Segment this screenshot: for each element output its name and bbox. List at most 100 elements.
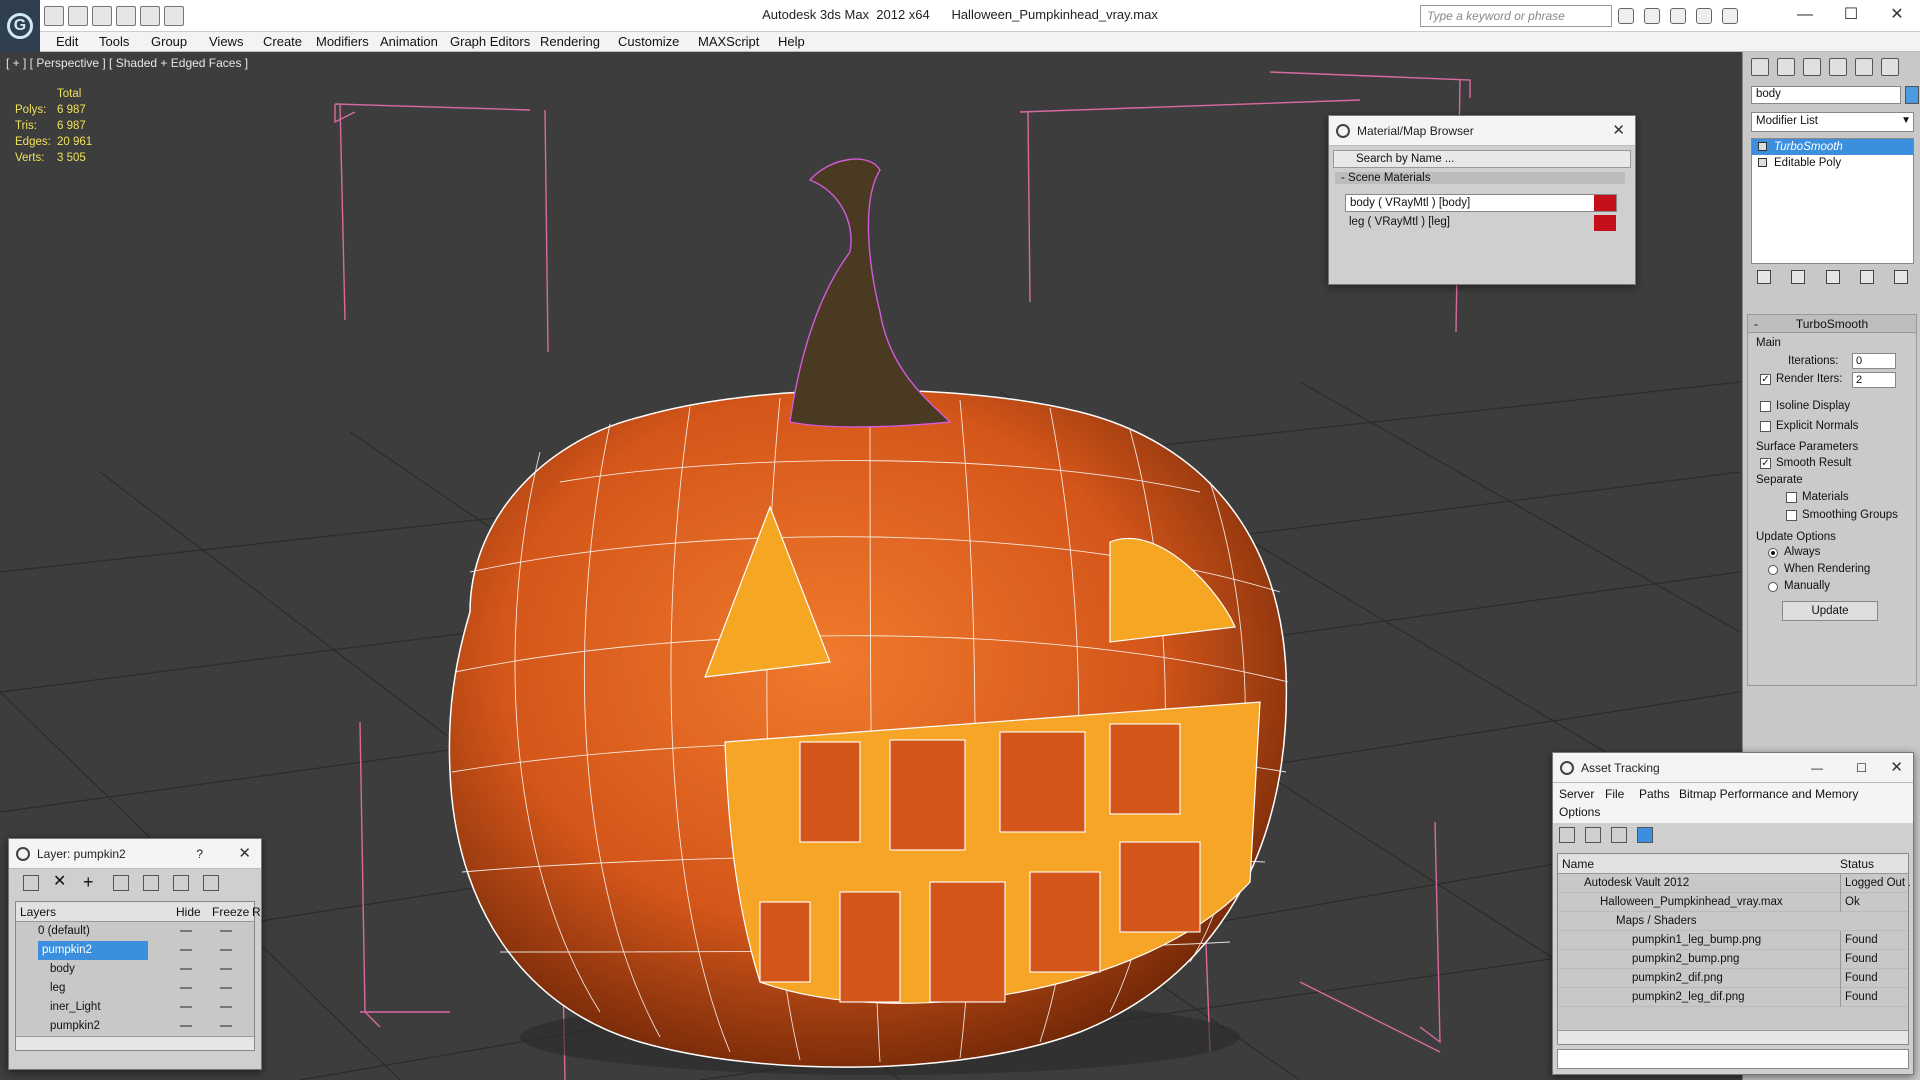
table-view-icon[interactable] [1637, 827, 1653, 843]
communication-icon[interactable] [1670, 8, 1686, 24]
menu-bitmap-performance[interactable]: Bitmap Performance and Memory [1679, 787, 1858, 801]
menu-help[interactable]: Help [778, 34, 805, 49]
object-name-field[interactable]: body [1751, 86, 1901, 104]
asset-row[interactable]: pumpkin2_bump.png Found [1558, 950, 1908, 969]
viewport-label[interactable]: [ + ] [ Perspective ] [ Shaded + Edged F… [6, 56, 248, 70]
material-item[interactable]: leg ( VRayMtl ) [leg] [1345, 214, 1617, 232]
menu-animation[interactable]: Animation [380, 34, 438, 49]
explicit-normals-checkbox[interactable] [1760, 421, 1771, 432]
materials-checkbox[interactable] [1786, 492, 1797, 503]
iterations-spinner[interactable]: 0 [1852, 353, 1896, 369]
add-to-layer-icon[interactable]: + [83, 873, 99, 891]
layer-row[interactable]: 0 (default) [16, 922, 254, 941]
stack-item-editable-poly[interactable]: Editable Poly [1752, 155, 1913, 171]
hide-toggle[interactable] [180, 968, 192, 970]
stack-item-turbosmooth[interactable]: TurboSmooth [1752, 139, 1913, 155]
close-icon[interactable]: ✕ [1890, 753, 1903, 783]
hide-toggle[interactable] [180, 1025, 192, 1027]
refresh-icon[interactable] [1559, 827, 1575, 843]
minimize-button[interactable]: — [1782, 0, 1828, 30]
col-render[interactable]: R [252, 905, 261, 919]
layer-row[interactable]: body [16, 960, 254, 979]
render-iters-checkbox[interactable]: ✓ [1760, 374, 1771, 385]
material-search-input[interactable]: Search by Name ... [1333, 150, 1631, 168]
create-tab-icon[interactable] [1751, 58, 1769, 76]
close-icon[interactable]: ✕ [238, 839, 251, 869]
binoculars-icon[interactable] [1618, 8, 1634, 24]
configure-sets-icon[interactable] [1894, 270, 1908, 284]
pin-stack-icon[interactable] [1757, 270, 1771, 284]
maximize-icon[interactable]: ☐ [1856, 753, 1867, 783]
col-layers[interactable]: Layers [20, 905, 56, 919]
close-button[interactable]: ✕ [1874, 0, 1920, 30]
display-tab-icon[interactable] [1855, 58, 1873, 76]
list-view-icon[interactable] [1585, 827, 1601, 843]
menu-maxscript[interactable]: MAXScript [698, 34, 759, 49]
hide-toggle[interactable] [180, 987, 192, 989]
hide-toggle[interactable] [180, 1006, 192, 1008]
help-icon[interactable] [1722, 8, 1738, 24]
modifier-list-dropdown[interactable]: Modifier List ▼ [1751, 112, 1914, 132]
asset-row[interactable]: pumpkin2_leg_dif.png Found [1558, 988, 1908, 1007]
star-icon[interactable] [1696, 8, 1712, 24]
freeze-toggle[interactable] [220, 930, 232, 932]
layer-row[interactable]: pumpkin2 [16, 941, 254, 960]
asset-row[interactable]: pumpkin1_leg_bump.png Found [1558, 931, 1908, 950]
asset-path-field[interactable] [1557, 1049, 1909, 1069]
menu-paths[interactable]: Paths [1639, 787, 1670, 801]
subscription-icon[interactable] [1644, 8, 1660, 24]
when-rendering-radio[interactable] [1768, 565, 1778, 575]
menu-create[interactable]: Create [263, 34, 302, 49]
make-unique-icon[interactable] [1825, 270, 1840, 284]
maximize-button[interactable]: ☐ [1828, 0, 1874, 30]
turbosmooth-rollout-header[interactable]: - TurboSmooth [1748, 315, 1916, 333]
scene-materials-header[interactable]: - Scene Materials [1335, 172, 1625, 184]
keyword-search-input[interactable]: Type a keyword or phrase [1420, 5, 1612, 27]
modify-tab-icon[interactable] [1777, 58, 1795, 76]
freeze-toggle[interactable] [220, 1025, 232, 1027]
render-iters-spinner[interactable]: 2 [1852, 372, 1896, 388]
horizontal-scrollbar[interactable] [1558, 1030, 1908, 1044]
layer-row[interactable]: iner_Light [16, 998, 254, 1017]
freeze-toggle[interactable] [220, 949, 232, 951]
asset-row[interactable]: pumpkin2_dif.png Found [1558, 969, 1908, 988]
menu-graph-editors[interactable]: Graph Editors [450, 34, 530, 49]
horizontal-scrollbar[interactable] [16, 1036, 254, 1050]
new-layer-icon[interactable] [23, 875, 39, 891]
hide-toggle[interactable] [180, 949, 192, 951]
hierarchy-tab-icon[interactable] [1803, 58, 1821, 76]
menu-views[interactable]: Views [209, 34, 243, 49]
asset-row[interactable]: Maps / Shaders [1558, 912, 1908, 931]
asset-row[interactable]: Autodesk Vault 2012 Logged Out ... [1558, 874, 1910, 893]
close-icon[interactable]: ✕ [1612, 116, 1625, 146]
show-end-result-icon[interactable] [1791, 270, 1806, 284]
isoline-display-checkbox[interactable] [1760, 401, 1771, 412]
highlight-layer-icon[interactable] [143, 875, 159, 891]
tree-view-icon[interactable] [1611, 827, 1627, 843]
menu-group[interactable]: Group [151, 34, 187, 49]
menu-rendering[interactable]: Rendering [540, 34, 600, 49]
menu-options[interactable]: Options [1559, 805, 1600, 819]
menu-file[interactable]: File [1605, 787, 1624, 801]
freeze-all-icon[interactable] [203, 875, 219, 891]
object-color-swatch[interactable] [1905, 86, 1919, 104]
col-status[interactable]: Status [1840, 857, 1874, 871]
update-button[interactable]: Update [1782, 601, 1878, 621]
hide-toggle[interactable] [180, 930, 192, 932]
minimize-icon[interactable]: — [1811, 753, 1823, 783]
menu-customize[interactable]: Customize [618, 34, 679, 49]
material-item[interactable]: body ( VRayMtl ) [body] [1345, 194, 1617, 212]
layer-row[interactable]: pumpkin2 [16, 1017, 254, 1036]
layer-row[interactable]: leg [16, 979, 254, 998]
remove-modifier-icon[interactable] [1859, 270, 1874, 284]
utilities-tab-icon[interactable] [1881, 58, 1899, 76]
help-icon[interactable]: ? [196, 839, 203, 869]
delete-layer-icon[interactable]: ✕ [53, 874, 69, 891]
menu-server[interactable]: Server [1559, 787, 1594, 801]
col-name[interactable]: Name [1562, 857, 1594, 871]
motion-tab-icon[interactable] [1829, 58, 1847, 76]
col-freeze[interactable]: Freeze [212, 905, 249, 919]
select-objects-icon[interactable] [113, 875, 129, 891]
menu-edit[interactable]: Edit [56, 34, 78, 49]
freeze-toggle[interactable] [220, 1006, 232, 1008]
